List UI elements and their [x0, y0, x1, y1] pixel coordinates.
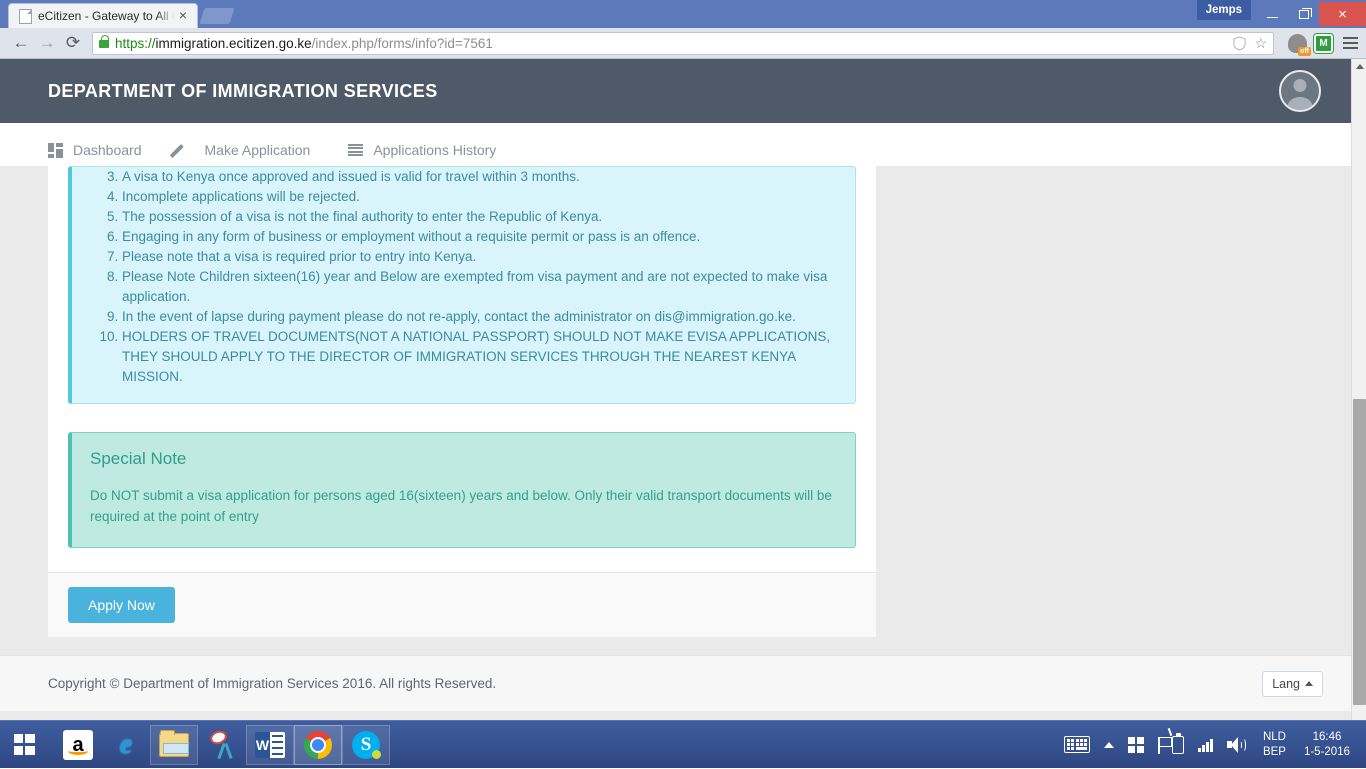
taskbar-word[interactable]: W — [246, 725, 294, 765]
taskbar-file-explorer[interactable] — [150, 725, 198, 765]
notes-alert: A visa to Kenya once approved and issued… — [68, 166, 856, 404]
list-item: In the event of lapse during payment ple… — [122, 307, 841, 327]
taskbar-chrome[interactable] — [294, 725, 342, 765]
close-icon[interactable]: × — [175, 8, 191, 24]
chevron-up-icon — [1305, 681, 1313, 686]
content-area: A visa to Kenya once approved and issued… — [0, 166, 1351, 693]
volume-icon[interactable] — [1220, 737, 1253, 753]
site-header: DEPARTMENT OF IMMIGRATION SERVICES — [0, 59, 1351, 123]
internet-explorer-icon: e — [120, 729, 132, 761]
network-signal-icon[interactable] — [1191, 738, 1220, 752]
ghostery-extension-icon[interactable] — [1288, 34, 1307, 53]
tab-title: eCitizen - Gateway to All G — [38, 9, 175, 23]
taskbar-skype[interactable]: S — [342, 725, 390, 765]
windows-start-button[interactable] — [0, 721, 48, 769]
window-controls: Jemps × — [1197, 0, 1366, 28]
notes-list: A visa to Kenya once approved and issued… — [86, 167, 841, 387]
grid-icon — [48, 143, 63, 158]
page-scrollbar[interactable] — [1351, 59, 1366, 739]
url-scheme: https:// — [115, 36, 156, 51]
language-line-2: BEP — [1263, 745, 1286, 760]
reload-button[interactable]: ⟳ — [60, 30, 86, 56]
panel-body: A visa to Kenya once approved and issued… — [48, 166, 876, 572]
info-panel: A visa to Kenya once approved and issued… — [48, 166, 876, 637]
nav-item-applications-history[interactable]: Applications History — [348, 142, 496, 158]
language-indicator[interactable]: NLD BEP — [1253, 730, 1296, 760]
file-explorer-icon — [159, 733, 189, 757]
page-viewport: DEPARTMENT OF IMMIGRATION SERVICES Dashb… — [0, 59, 1366, 739]
browser-tabstrip: eCitizen - Gateway to All G × Jemps × — [0, 0, 1366, 28]
taskbar-amazon[interactable]: a — [54, 725, 102, 765]
web-page: DEPARTMENT OF IMMIGRATION SERVICES Dashb… — [0, 59, 1351, 739]
nav-label-applications-history: Applications History — [373, 142, 496, 158]
apply-now-button[interactable]: Apply Now — [68, 587, 175, 623]
list-item: Incomplete applications will be rejected… — [122, 187, 841, 207]
new-tab-button[interactable] — [199, 8, 234, 24]
shield-icon[interactable] — [1233, 36, 1246, 51]
language-selector-label: Lang — [1272, 677, 1300, 691]
list-item: HOLDERS OF TRAVEL DOCUMENTS(NOT A NATION… — [122, 327, 841, 387]
taskbar-apps: a e W S — [54, 725, 390, 765]
panel-footer: Apply Now — [48, 572, 876, 637]
mcafee-extension-icon[interactable]: M — [1314, 34, 1333, 53]
page-icon — [19, 9, 32, 24]
google-chrome-icon — [304, 731, 332, 759]
skype-icon: S — [352, 731, 380, 759]
address-bar[interactable]: https://immigration.ecitizen.go.ke/index… — [92, 32, 1274, 55]
url-host: immigration.ecitizen.go.ke — [156, 36, 312, 51]
clock-time: 16:46 — [1313, 730, 1342, 745]
minimize-button[interactable] — [1257, 2, 1288, 26]
nav-item-dashboard[interactable]: Dashboard — [48, 142, 142, 158]
windows-icon[interactable] — [1121, 737, 1151, 753]
scrollbar-thumb[interactable] — [1353, 399, 1366, 705]
extension-icons: M — [1288, 34, 1333, 53]
amazon-icon: a — [63, 730, 93, 760]
site-footer: Copyright © Department of Immigration Se… — [0, 655, 1351, 711]
nav-label-make-application: Make Application — [205, 142, 311, 158]
user-avatar[interactable] — [1279, 70, 1321, 112]
list-item: The possession of a visa is not the fina… — [122, 207, 841, 227]
nav-label-dashboard: Dashboard — [73, 142, 142, 158]
windows-taskbar: a e W S NLD BEP — [0, 720, 1366, 768]
pencil-icon — [180, 143, 195, 158]
bookmark-star-icon[interactable]: ☆ — [1254, 35, 1267, 52]
windows-logo-icon — [14, 734, 35, 755]
list-item: A visa to Kenya once approved and issued… — [122, 167, 841, 187]
list-item: Engaging in any form of business or empl… — [122, 227, 841, 247]
clock-date: 1-5-2016 — [1304, 745, 1350, 760]
url-path: /index.php/forms/info?id=7561 — [312, 36, 493, 51]
forward-button[interactable]: → — [34, 30, 60, 56]
clock[interactable]: 16:46 1-5-2016 — [1296, 730, 1358, 760]
scroll-up-arrow[interactable] — [1352, 59, 1366, 74]
taskbar-snipping-tool[interactable] — [198, 725, 246, 765]
taskbar-internet-explorer[interactable]: e — [102, 725, 150, 765]
language-selector-button[interactable]: Lang — [1262, 671, 1323, 697]
special-note-body: Do NOT submit a visa application for per… — [90, 485, 837, 527]
page-title: DEPARTMENT OF IMMIGRATION SERVICES — [48, 81, 438, 102]
system-tray: NLD BEP 16:46 1-5-2016 — [1057, 730, 1366, 760]
language-line-1: NLD — [1263, 730, 1286, 745]
lock-icon — [99, 40, 109, 48]
window-user-label[interactable]: Jemps — [1197, 0, 1251, 20]
back-button[interactable]: ← — [8, 30, 34, 56]
list-icon — [348, 144, 363, 157]
special-note-heading: Special Note — [90, 449, 837, 469]
window-close-button[interactable]: × — [1319, 2, 1366, 26]
snipping-tool-icon — [207, 731, 237, 759]
copyright-text: Copyright © Department of Immigration Se… — [48, 676, 496, 691]
show-hidden-icons-caret[interactable] — [1097, 742, 1121, 748]
list-item: Please note that a visa is required prio… — [122, 247, 841, 267]
hamburger-menu-icon[interactable] — [1343, 37, 1358, 49]
keyboard-icon[interactable] — [1057, 736, 1097, 753]
microsoft-word-icon: W — [255, 732, 285, 758]
omnibox-actions: ☆ — [1233, 35, 1267, 52]
special-note-alert: Special Note Do NOT submit a visa applic… — [68, 432, 856, 548]
maximize-button[interactable] — [1288, 2, 1319, 26]
browser-chrome: eCitizen - Gateway to All G × Jemps × ← … — [0, 0, 1366, 59]
nav-item-make-application[interactable]: Make Application — [180, 142, 311, 158]
browser-toolbar: ← → ⟳ https://immigration.ecitizen.go.ke… — [0, 28, 1366, 59]
browser-tab-active[interactable]: eCitizen - Gateway to All G × — [8, 3, 198, 28]
list-item: Please Note Children sixteen(16) year an… — [122, 267, 841, 307]
url-text: https://immigration.ecitizen.go.ke/index… — [115, 36, 493, 51]
